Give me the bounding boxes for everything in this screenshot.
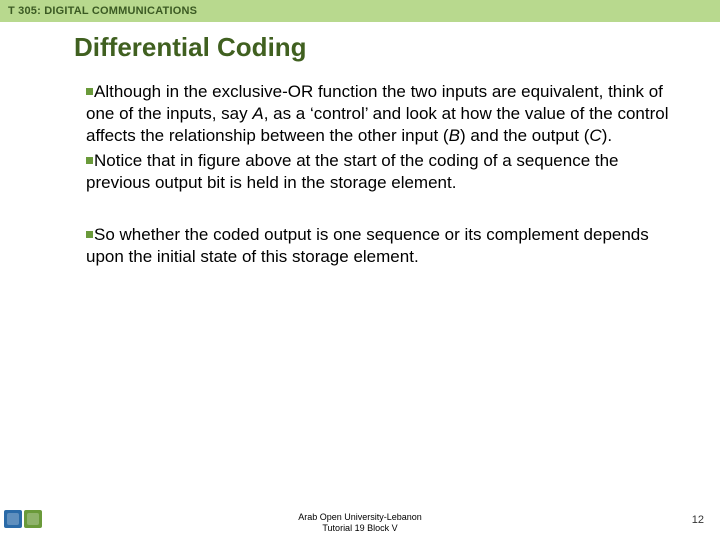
footer-line2: Tutorial 19 Block V [0, 523, 720, 534]
bullet-1: Although in the exclusive-OR function th… [86, 81, 680, 146]
text-fragment: ). [602, 126, 612, 145]
text-emphasis: exclusive-OR function the two inputs are… [212, 82, 598, 101]
bullet-icon [86, 88, 93, 95]
var-b: B [449, 126, 460, 145]
slide-title: Differential Coding [74, 32, 720, 63]
text-fragment: Notice that in figure above at the start… [86, 151, 619, 192]
spacer [86, 198, 680, 224]
course-code: T 305: DIGITAL COMMUNICATIONS [8, 5, 197, 17]
title-row: Differential Coding [0, 22, 720, 81]
header-bar: T 305: DIGITAL COMMUNICATIONS [0, 0, 720, 22]
text-fragment: So whether the coded output is one seque… [94, 225, 584, 244]
logo [4, 510, 42, 528]
logo-icon [24, 510, 42, 528]
content-body: Although in the exclusive-OR function th… [0, 81, 720, 540]
bullet-2: Notice that in figure above at the start… [86, 150, 680, 194]
footer-line1: Arab Open University-Lebanon [0, 512, 720, 523]
text-fragment: ) and the output ( [460, 126, 589, 145]
page-number: 12 [692, 514, 704, 526]
bullet-icon [86, 231, 93, 238]
var-c: C [589, 126, 601, 145]
bullet-icon [86, 157, 93, 164]
text-fragment: Although in the [94, 82, 212, 101]
footer-text: Arab Open University-Lebanon Tutorial 19… [0, 512, 720, 534]
text-fragment: . [414, 247, 419, 266]
bullet-3: So whether the coded output is one seque… [86, 224, 680, 268]
footer: Arab Open University-Lebanon Tutorial 19… [0, 512, 720, 534]
var-a: A [252, 104, 263, 123]
logo-icon [4, 510, 22, 528]
slide: T 305: DIGITAL COMMUNICATIONS Differenti… [0, 0, 720, 540]
